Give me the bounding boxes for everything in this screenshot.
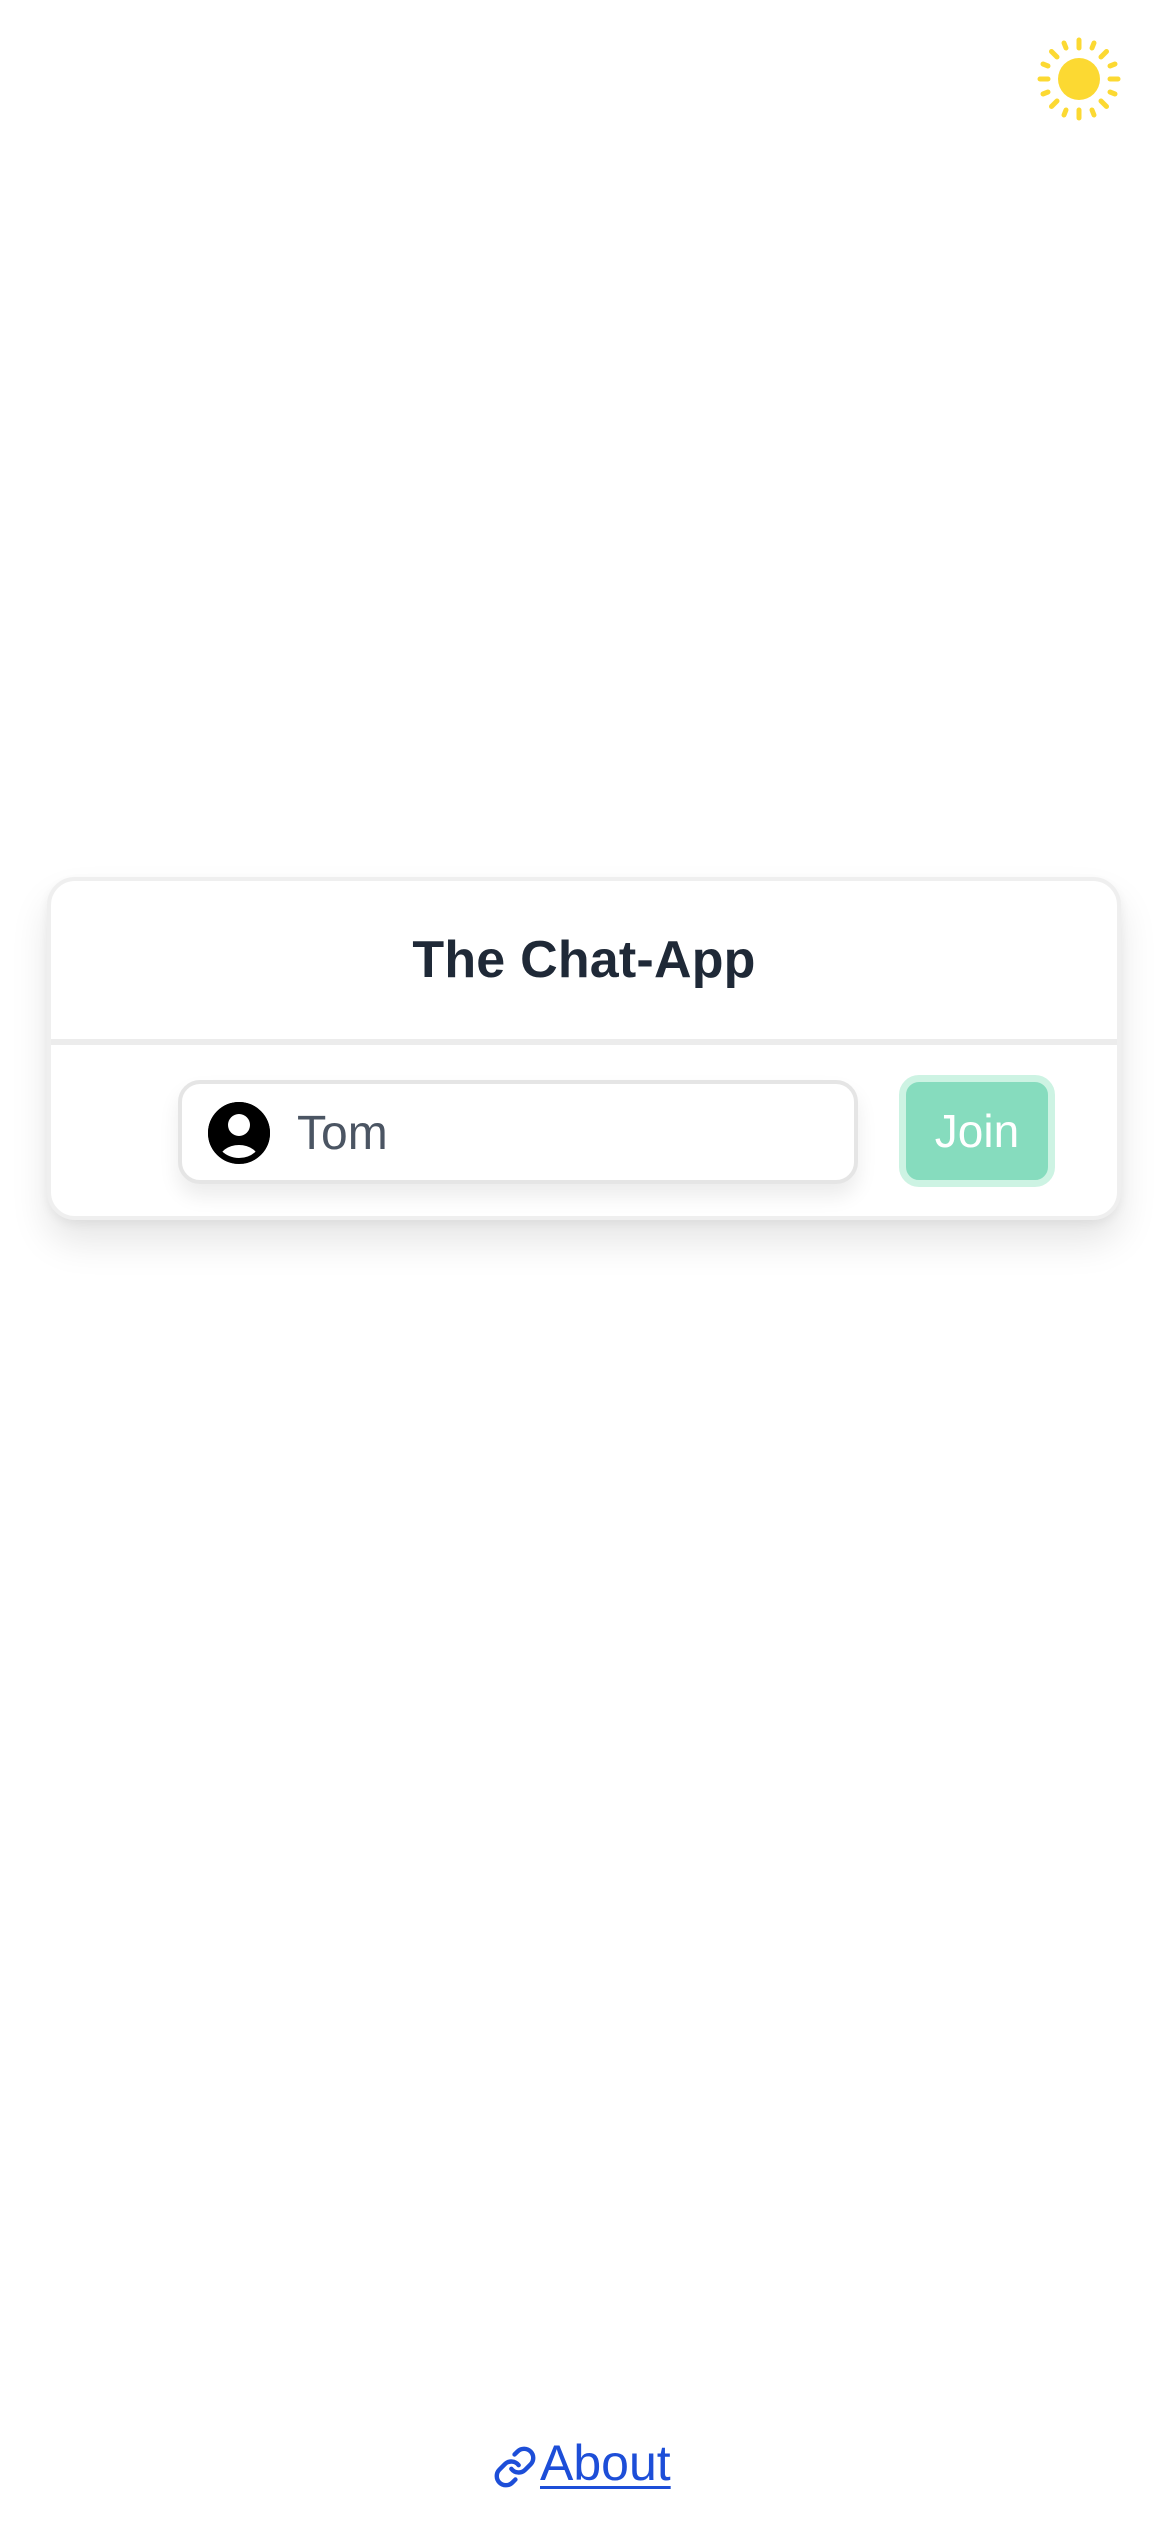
user-circle-icon [208, 1102, 270, 1164]
sun-icon [1037, 37, 1121, 121]
card-header: The Chat-App [51, 881, 1117, 1045]
page: The Chat-App Tom Join About [0, 0, 1170, 2532]
about-link[interactable]: About [493, 2434, 671, 2492]
name-field[interactable] [178, 1080, 858, 1184]
join-card: The Chat-App Tom Join [47, 877, 1121, 1220]
join-button[interactable]: Join [899, 1075, 1055, 1187]
link-icon [494, 2446, 536, 2488]
about-label: About [540, 2435, 671, 2491]
card-body: Join [51, 1045, 1117, 1220]
name-input[interactable] [297, 1094, 837, 1172]
theme-toggle-button[interactable] [1034, 34, 1124, 124]
app-title: The Chat-App [412, 931, 756, 989]
